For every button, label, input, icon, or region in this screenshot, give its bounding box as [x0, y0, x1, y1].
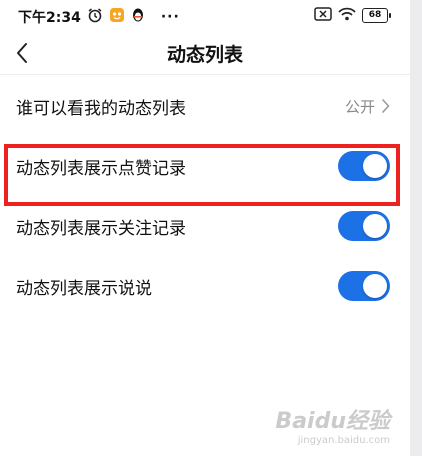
status-bar: 下午2:34 ··· 68	[0, 0, 410, 34]
toggle-knob	[363, 154, 387, 178]
row-label: 谁可以看我的动态列表	[16, 98, 186, 119]
visibility-value-text: 公开	[344, 97, 375, 116]
visibility-setting-row[interactable]: 谁可以看我的动态列表 公开	[0, 76, 410, 136]
watermark-url: jingyan.baidu.com	[297, 435, 390, 446]
no-sim-icon	[314, 6, 332, 25]
chevron-right-icon	[382, 99, 390, 113]
row-label: 动态列表展示关注记录	[16, 218, 186, 239]
qq-penguin-icon	[131, 7, 145, 27]
page-title: 动态列表	[166, 44, 243, 66]
app-icon	[109, 7, 125, 27]
nav-header: 动态列表	[0, 34, 410, 75]
row-label: 动态列表展示说说	[16, 278, 152, 299]
show-follows-toggle[interactable]	[338, 211, 390, 241]
row-label: 动态列表展示点赞记录	[16, 158, 186, 179]
side-strip	[410, 0, 422, 456]
show-posts-row: 动态列表展示说说	[0, 256, 410, 316]
wifi-icon	[338, 6, 356, 25]
show-likes-toggle[interactable]	[338, 151, 390, 181]
show-follows-row: 动态列表展示关注记录	[0, 196, 410, 256]
watermark-logo: Baidu经验	[275, 409, 390, 434]
status-right: 68	[314, 6, 391, 25]
alarm-icon	[87, 7, 103, 27]
more-notifications-icon: ···	[160, 9, 180, 25]
show-likes-row: 动态列表展示点赞记录	[0, 136, 410, 196]
visibility-value: 公开	[345, 96, 390, 117]
toggle-knob	[363, 274, 387, 298]
status-left: 下午2:34 ···	[18, 7, 180, 27]
phone-screen: 下午2:34 ··· 68 动态列表 谁可以看我的动态列表 公开 动态列表展示点…	[0, 0, 410, 456]
status-time: 下午2:34	[18, 10, 81, 26]
battery-icon: 68	[362, 8, 391, 23]
watermark: Baidu经验 jingyan.baidu.com	[275, 403, 390, 446]
show-posts-toggle[interactable]	[338, 271, 390, 301]
toggle-knob	[363, 214, 387, 238]
